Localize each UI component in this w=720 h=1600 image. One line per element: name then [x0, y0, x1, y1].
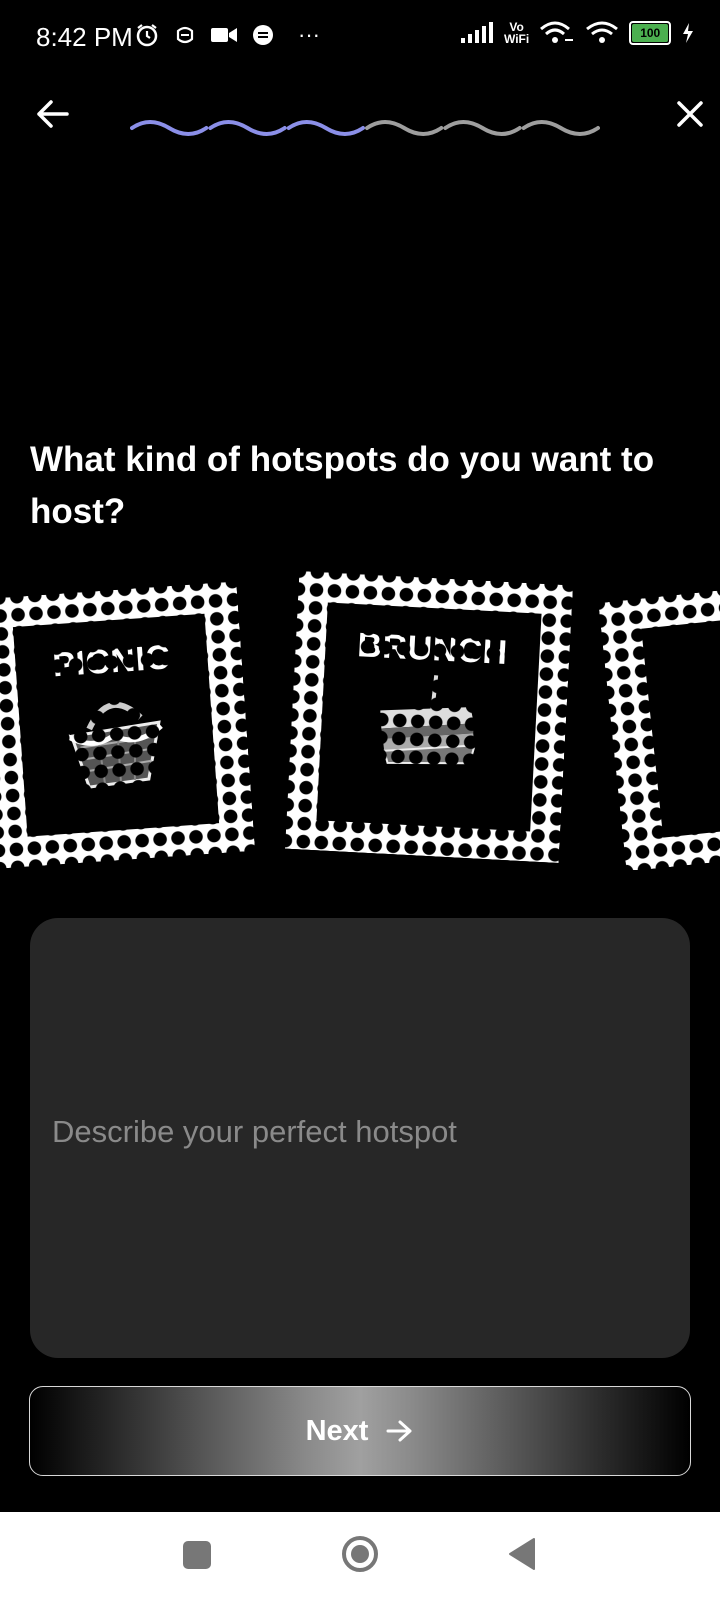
- wifi-icon: [586, 21, 619, 43]
- assistant-icon: [176, 26, 194, 44]
- close-button[interactable]: [668, 92, 712, 136]
- alarm-icon: [136, 24, 158, 47]
- more-notifications-icon: ···: [298, 22, 320, 47]
- hotspot-option-picnic[interactable]: PICNIC: [0, 581, 256, 869]
- sandwich-icon: [380, 675, 476, 765]
- wifi-link-icon: [540, 21, 574, 43]
- home-circle-icon[interactable]: [340, 1534, 380, 1574]
- battery-level: 100: [632, 24, 669, 42]
- square-icon[interactable]: [183, 1541, 211, 1569]
- picnic-basket-icon: [66, 701, 163, 789]
- progress-wave: [130, 120, 600, 136]
- arrow-right-icon: [386, 1420, 412, 1442]
- signal-icon: [461, 22, 493, 43]
- hotspot-options: PICNIC BRUNCH: [0, 570, 720, 870]
- arrow-left-icon: [37, 100, 69, 128]
- battery-icon: 100: [629, 21, 672, 45]
- status-icons-left: ···: [134, 22, 320, 48]
- video-camera-icon: [211, 28, 237, 42]
- hotspot-option-more[interactable]: [598, 586, 720, 870]
- back-button[interactable]: [30, 92, 74, 136]
- status-bar: 8:42 PM ··· Vo WiFi 100: [0, 0, 720, 76]
- hotspot-option-label: BRUNCH: [356, 626, 509, 673]
- next-button[interactable]: Next: [29, 1386, 691, 1476]
- app-notification-icon: [253, 25, 273, 45]
- hotspot-option-brunch[interactable]: BRUNCH: [284, 571, 574, 863]
- charging-icon: [683, 23, 694, 43]
- progress-step-pending: [521, 120, 600, 136]
- close-icon: [677, 101, 703, 127]
- next-button-label: Next: [305, 1414, 369, 1447]
- progress-step-complete: [130, 120, 209, 136]
- question-title: What kind of hotspots do you want to hos…: [30, 440, 655, 531]
- hotspot-option-label: PICNIC: [51, 638, 172, 685]
- progress-step-complete: [208, 120, 287, 136]
- hotspot-description-input[interactable]: [30, 918, 690, 1358]
- triangle-back-icon[interactable]: [506, 1537, 538, 1571]
- vowifi-icon: Vo WiFi: [504, 20, 530, 46]
- progress-step-complete: [286, 120, 365, 136]
- progress-step-pending: [443, 120, 522, 136]
- progress-step-pending: [365, 120, 444, 136]
- status-icons-right: Vo WiFi 100: [460, 20, 695, 46]
- status-time: 8:42 PM: [36, 22, 133, 52]
